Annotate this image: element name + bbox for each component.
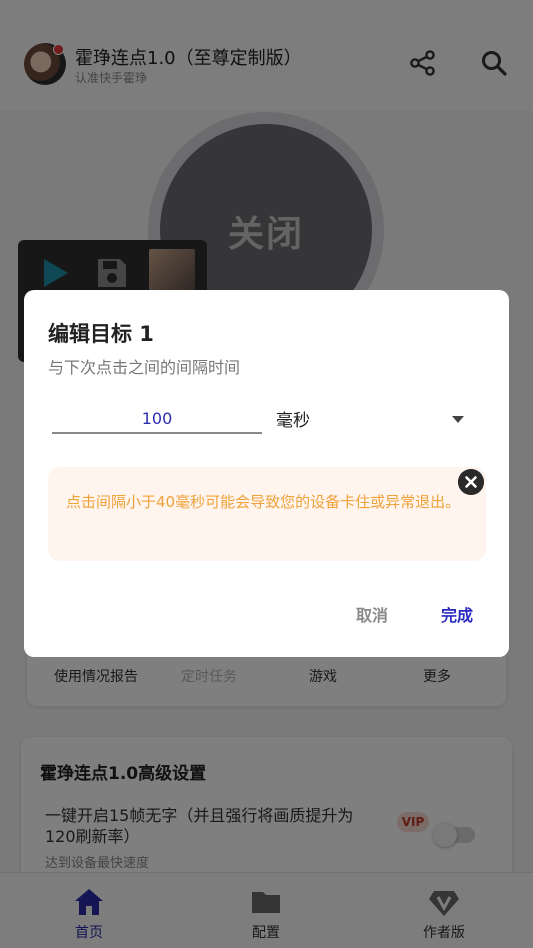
dialog-subtitle: 与下次点击之间的间隔时间 — [48, 358, 241, 377]
interval-input[interactable] — [52, 404, 262, 434]
warning-box — [48, 467, 486, 561]
cancel-button[interactable]: 取消 — [356, 602, 388, 626]
warning-text: 点击间隔小于40毫秒可能会导致您的设备卡住或异常退出。 — [66, 493, 461, 511]
close-icon[interactable] — [458, 469, 484, 495]
unit-selected-value: 毫秒 — [276, 411, 310, 431]
dialog-title: 编辑目标 1 — [48, 322, 154, 346]
done-button[interactable]: 完成 — [441, 602, 473, 626]
dropdown-arrow-icon — [452, 416, 464, 423]
unit-dropdown[interactable]: 毫秒 — [276, 404, 476, 434]
